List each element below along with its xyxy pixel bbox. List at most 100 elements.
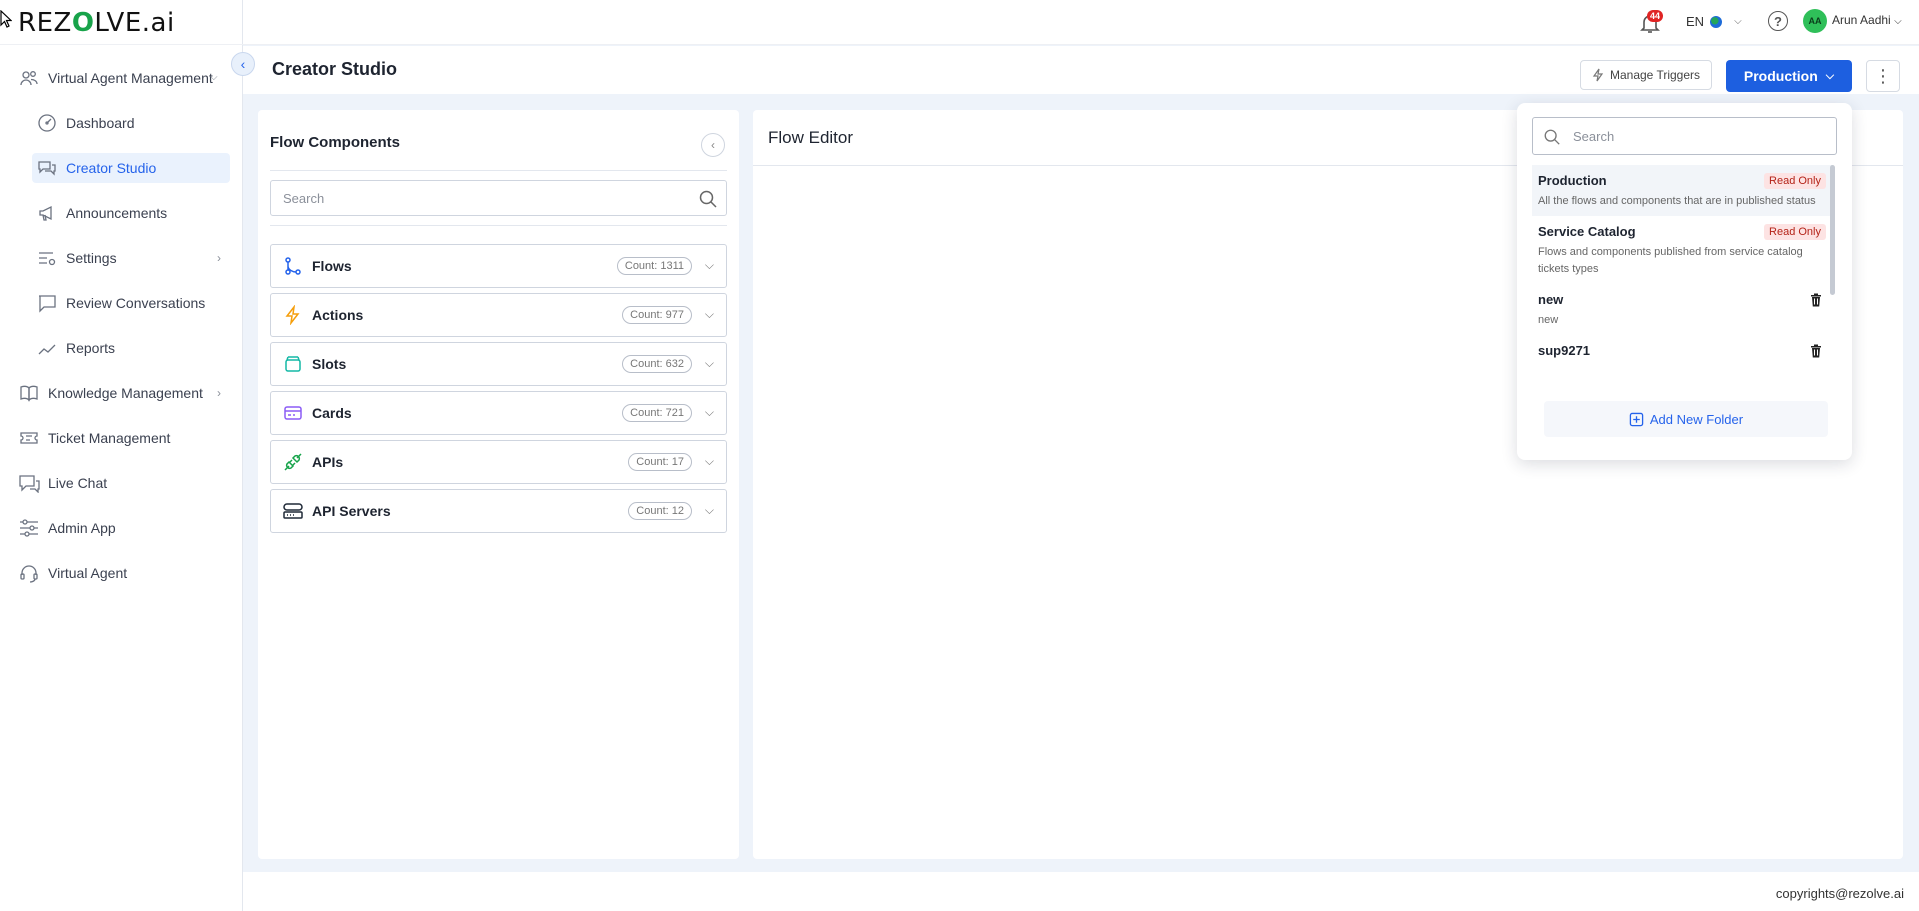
count-badge: Count: 1311	[616, 257, 692, 275]
page-title: Creator Studio	[272, 59, 398, 79]
logo-text-end: LVE.ai	[94, 8, 175, 38]
environment-search-field[interactable]	[1532, 117, 1837, 155]
card-icon	[282, 402, 304, 424]
component-category-cards[interactable]: Cards Count: 721 ⌵	[270, 391, 727, 435]
flow-components-panel: Flow Components ‹ Flows Count: 1311 ⌵ Ac…	[258, 110, 739, 859]
add-new-folder-button[interactable]: Add New Folder	[1544, 401, 1828, 437]
divider	[270, 170, 727, 171]
component-category-label: API Servers	[312, 503, 391, 519]
environment-name: sup9271	[1538, 343, 1591, 358]
sidebar-item-label: Knowledge Management	[48, 384, 203, 401]
component-category-actions[interactable]: Actions Count: 977 ⌵	[270, 293, 727, 337]
sidebar-item-review-conversations[interactable]: Review Conversations	[0, 280, 243, 325]
sidebar: REZOLVE.ai Virtual Agent Management ⌵ Da…	[0, 0, 243, 911]
plus-square-icon	[1629, 412, 1644, 426]
language-selector[interactable]: EN ⌵	[1686, 14, 1742, 29]
count-badge: Count: 632	[622, 355, 692, 373]
environment-option-sup9271[interactable]: sup9271	[1532, 335, 1832, 364]
sidebar-item-ticket-management[interactable]: Ticket Management	[0, 415, 243, 460]
environment-search-input[interactable]	[1573, 118, 1833, 154]
sidebar-item-label: Ticket Management	[48, 429, 171, 446]
sidebar-collapse-button[interactable]: ‹	[231, 52, 255, 76]
megaphone-icon	[36, 202, 58, 224]
chevron-down-icon[interactable]: ⌵	[210, 72, 218, 83]
sidebar-item-label: Settings	[66, 249, 117, 266]
sidebar-item-creator-studio[interactable]: Creator Studio	[0, 145, 243, 190]
more-options-button[interactable]: ⋮	[1866, 60, 1900, 92]
dropdown-scrollbar[interactable]	[1830, 165, 1835, 295]
trash-icon[interactable]	[1810, 344, 1822, 358]
component-category-slots[interactable]: Slots Count: 632 ⌵	[270, 342, 727, 386]
chevron-down-icon[interactable]: ⌵	[705, 258, 714, 273]
environment-option-new[interactable]: new new	[1532, 284, 1832, 335]
server-icon	[282, 500, 304, 522]
ticket-icon	[18, 427, 40, 449]
rezolve-logo[interactable]: REZOLVE.ai	[0, 8, 175, 38]
gauge-icon	[36, 112, 58, 134]
chevron-down-icon: ⌵	[1734, 16, 1742, 27]
component-category-apis[interactable]: APIs Count: 17 ⌵	[270, 440, 727, 484]
sidebar-item-label: Dashboard	[66, 114, 135, 131]
sidebar-item-virtual-agent[interactable]: Virtual Agent	[0, 550, 243, 595]
user-name: Arun Aadhi	[1832, 13, 1891, 27]
count-badge: Count: 17	[628, 453, 692, 471]
flow-branch-icon	[282, 255, 304, 277]
sidebar-item-label: Admin App	[48, 519, 116, 536]
component-category-label: Actions	[312, 307, 364, 323]
environment-name: new	[1538, 292, 1564, 307]
live-chat-icon	[18, 472, 40, 494]
chevron-down-icon[interactable]: ⌵	[705, 405, 714, 420]
chevron-down-icon[interactable]: ⌵	[705, 503, 714, 518]
sidebar-item-dashboard[interactable]: Dashboard	[0, 100, 243, 145]
component-category-label: APIs	[312, 454, 344, 470]
copyright-text: copyrights@rezolve.ai	[1775, 886, 1904, 901]
kebab-menu-icon: ⋮	[1874, 65, 1892, 86]
collapse-panel-button[interactable]: ‹	[701, 133, 725, 157]
manage-triggers-label: Manage Triggers	[1609, 68, 1701, 82]
sidebar-item-label: Live Chat	[48, 474, 108, 491]
read-only-badge: Read Only	[1764, 224, 1826, 240]
environment-option-production[interactable]: Production Read Only All the flows and c…	[1532, 165, 1832, 216]
component-category-api-servers[interactable]: API Servers Count: 12 ⌵	[270, 489, 727, 533]
logo-text-start: REZ	[18, 8, 72, 38]
help-icon[interactable]: ?	[1768, 11, 1788, 31]
sidebar-item-virtual-agent-management[interactable]: Virtual Agent Management ⌵	[0, 55, 243, 100]
sidebar-item-label: Reports	[66, 339, 116, 356]
chevron-down-icon[interactable]: ⌵	[705, 454, 714, 469]
users-icon	[18, 67, 40, 89]
footer: copyrights@rezolve.ai	[243, 872, 1919, 911]
slots-icon	[282, 353, 304, 375]
chat-bubbles-icon	[36, 157, 58, 179]
chevron-down-icon[interactable]: ⌵	[705, 356, 714, 371]
environment-dropdown-button[interactable]: Production ⌵	[1726, 60, 1852, 92]
top-bar	[243, 0, 1919, 45]
components-search-field[interactable]	[270, 180, 727, 216]
mouse-cursor-icon	[0, 10, 12, 28]
sidebar-item-settings[interactable]: Settings ›	[0, 235, 243, 280]
sidebar-item-live-chat[interactable]: Live Chat	[0, 460, 243, 505]
lightning-icon	[282, 304, 304, 326]
flow-editor-title: Flow Editor	[768, 128, 854, 147]
chevron-down-icon: ⌵	[1825, 69, 1835, 82]
avatar[interactable]: AA	[1803, 9, 1827, 33]
components-search-input[interactable]	[271, 181, 671, 215]
sidebar-item-reports[interactable]: Reports	[0, 325, 243, 370]
notification-badge: 44	[1647, 10, 1664, 22]
search-icon[interactable]	[698, 189, 718, 209]
sidebar-item-admin-app[interactable]: Admin App	[0, 505, 243, 550]
sidebar-item-knowledge-management[interactable]: Knowledge Management ›	[0, 370, 243, 415]
chevron-down-icon[interactable]: ⌵	[705, 307, 714, 322]
sidebar-item-announcements[interactable]: Announcements	[0, 190, 243, 235]
chevron-right-icon[interactable]: ›	[217, 386, 221, 400]
component-category-flows[interactable]: Flows Count: 1311 ⌵	[270, 244, 727, 288]
manage-triggers-button[interactable]: Manage Triggers	[1580, 60, 1712, 90]
sidebar-item-label: Virtual Agent	[48, 564, 128, 581]
line-chart-icon	[36, 337, 58, 359]
count-badge: Count: 721	[622, 404, 692, 422]
trash-icon[interactable]	[1810, 293, 1822, 307]
environment-option-service-catalog[interactable]: Service Catalog Read Only Flows and comp…	[1532, 216, 1832, 284]
lightning-icon	[1592, 68, 1604, 82]
chevron-right-icon[interactable]: ›	[217, 251, 221, 265]
user-menu[interactable]: Arun Aadhi ⌵	[1832, 13, 1902, 27]
divider	[0, 44, 243, 45]
